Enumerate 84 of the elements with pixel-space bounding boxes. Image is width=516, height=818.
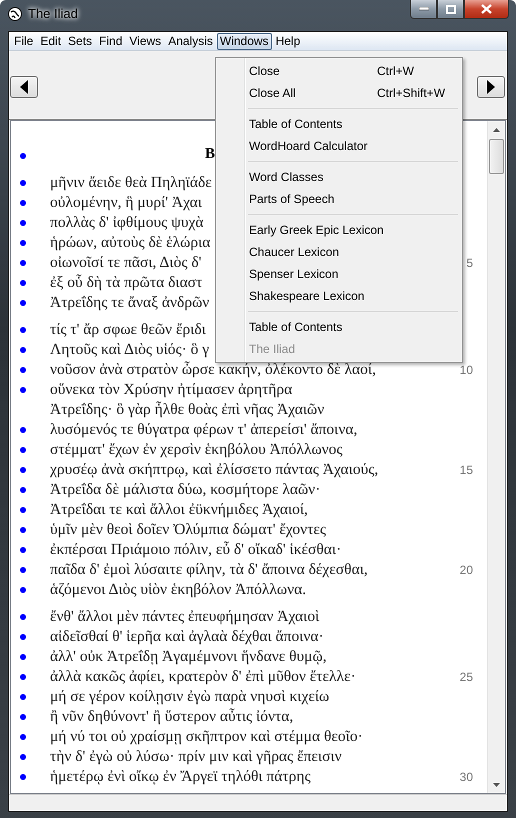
menu-entry-label: Early Greek Epic Lexicon	[249, 223, 385, 237]
verse-line: οὐλομένην, ἣ μυρί' Ἀχαι	[50, 194, 202, 212]
verse-line: ἁζόμενοι Διὸς υἱὸν ἑκηβόλον Ἀπόλλωνα.	[50, 581, 306, 599]
verse-line: Λητοῦς καὶ Διὸς υἱός· ὃ γ	[50, 341, 210, 359]
verse-line: Ἀτρεΐδης· ὃ γὰρ ἦλθε θοὰς ἐπὶ νῆας Ἀχαιῶν	[50, 401, 324, 419]
menu-entry[interactable]: Chaucer Lexicon	[218, 241, 460, 263]
menu-entry-label: Table of Contents	[249, 117, 344, 131]
menu-item[interactable]: Sets	[65, 32, 96, 50]
menu-entry-label: WordHoard Calculator	[249, 139, 368, 153]
globe-icon	[8, 7, 22, 21]
menu-entry[interactable]: Spenser Lexicon	[218, 263, 460, 285]
left-triangle-icon	[19, 80, 29, 94]
shortcut-label: Ctrl+Shift+W	[377, 86, 446, 100]
verse-line: χρυσέῳ ἀνὰ σκήπτρῳ, καὶ ἐλίσσετο πάντας Ἀχαιούς,	[50, 461, 378, 479]
close-icon	[481, 4, 492, 14]
verse-line: νοῦσον ἀνὰ στρατὸν ὦρσε κακήν, ὀλέκοντο δὲ λαοί,	[50, 361, 376, 379]
verse-line: ἐκπέρσαι Πριάμοιο πόλιν, εὖ δ' οἴκαδ' ἱκέσθαι·	[50, 541, 342, 559]
verse-line: μῆνιν ἄειδε θεὰ Πηληϊάδε	[50, 174, 212, 192]
shortcut-label: Ctrl+W	[377, 64, 415, 78]
line-number: 10	[458, 363, 473, 377]
menu-entry-label: Parts of Speech	[249, 192, 336, 206]
line-number: 15	[458, 463, 473, 477]
menu-entry[interactable]: Table of Contents	[218, 316, 460, 338]
menu-entry-label: Close All	[249, 86, 297, 100]
menu-entry[interactable]: Word Classes	[218, 166, 460, 188]
menu-entry[interactable]: WordHoard Calculator	[218, 135, 460, 157]
menu-item[interactable]: Find	[96, 32, 126, 50]
menu-entry-label: Chaucer Lexicon	[249, 245, 340, 259]
right-triangle-icon	[486, 80, 496, 94]
verse-line: ἀλλὰ κακῶς ἀφίει, κρατερὸν δ' ἐπὶ μῦθον ἔτελλε·	[50, 668, 356, 686]
scroll-thumb[interactable]	[489, 139, 504, 174]
verse-line: ἡμετέρῳ ἐνὶ οἴκῳ ἐν Ἄργεϊ τηλόθι πάτρης	[50, 768, 311, 786]
verse-line: Ἀτρεΐδης τε ἄναξ ἀνδρῶν	[50, 294, 210, 312]
menu-entry[interactable]: Close All Ctrl+Shift+W	[218, 82, 460, 104]
menu-entry[interactable]: Close Ctrl+W	[218, 60, 460, 82]
line-number: 25	[458, 670, 473, 684]
verse-line: μή νύ τοι οὐ χραίσμῃ σκῆπτρον καὶ στέμμα θεοῖο·	[50, 728, 363, 746]
line-number: 5	[465, 256, 473, 270]
verse-line: μή σε γέρον κοίλῃσιν ἐγὼ παρὰ νηυσὶ κιχείω	[50, 688, 330, 706]
verse-line: ἔνθ' ἄλλοι μὲν πάντες ἐπευφήμησαν Ἀχαιοὶ	[50, 608, 320, 626]
verse-line: στέμματ' ἔχων ἐν χερσὶν ἑκηβόλου Ἀπόλλωνος	[50, 441, 343, 459]
forward-button[interactable]	[477, 76, 505, 98]
verse-line: Ἀτρεΐδαι τε καὶ ἄλλοι ἐϋκνήμιδες Ἀχαιοί,	[50, 501, 308, 519]
window-title: The Iliad	[28, 6, 78, 21]
verse-line: ἡρώων, αὐτοὺς δὲ ἑλώρια	[50, 234, 210, 252]
menu-entry-label: Word Classes	[249, 170, 324, 184]
menu-entry[interactable]: Shakespeare Lexicon	[218, 285, 460, 307]
verse-line: αἰδεῖσθαί θ' ἱερῆα καὶ ἀγλαὰ δέχθαι ἄποινα·	[50, 628, 324, 646]
minimize-icon	[418, 7, 428, 11]
menu-entry-label: Table of Contents	[249, 320, 344, 334]
verse-line: τίς τ' ἄρ σφωε θεῶν ἔριδι	[50, 321, 206, 339]
back-button[interactable]	[10, 76, 38, 98]
minimize-button[interactable]	[410, 0, 437, 19]
menu-entry[interactable]: Parts of Speech	[218, 188, 460, 210]
close-button[interactable]	[464, 0, 509, 19]
menu-entry[interactable]: Early Greek Epic Lexicon	[218, 219, 460, 241]
menu-entry-label: Close	[249, 64, 281, 78]
verse-line: λυσόμενός τε θύγατρα φέρων τ' ἀπερείσι' ἄποινα,	[50, 421, 358, 439]
menu-item[interactable]: Help	[272, 32, 304, 50]
verse-line: τὴν δ' ἐγὼ οὐ λύσω· πρίν μιν καὶ γῆρας ἔπεισιν	[50, 748, 342, 766]
menu-entry[interactable]: Table of Contents	[218, 113, 460, 135]
verse-line: πολλὰς δ' ἰφθίμους ψυχὰ	[50, 214, 204, 232]
menu-item[interactable]: Edit	[37, 32, 64, 50]
maximize-icon	[446, 4, 456, 14]
verse-line: οἰωνοῖσί τε πᾶσι, Διὸς δ'	[50, 254, 202, 272]
verse-line: ἐξ οὗ δὴ τὰ πρῶτα διαστ	[50, 274, 202, 292]
verse-line: παῖδα δ' ἐμοὶ λύσαιτε φίλην, τὰ δ' ἄποινα δέχεσθαι,	[50, 561, 368, 579]
line-number: 30	[458, 770, 473, 784]
menu-entry-label: Shakespeare Lexicon	[249, 289, 366, 303]
verse-line: ἢ νῦν δηθύνοντ' ἢ ὕστερον αὖτις ἰόντα,	[50, 708, 294, 726]
menu-entry-label: Spenser Lexicon	[249, 267, 340, 281]
verse-line: ἀλλ' οὐκ Ἀτρεΐδῃ Ἀγαμέμνονι ἥνδανε θυμῷ,	[50, 648, 327, 666]
verse-line: ὑμῖν μὲν θεοὶ δοῖεν Ὀλύμπια δώματ' ἔχοντες	[50, 521, 326, 539]
menu-entry-label: The Iliad	[249, 342, 296, 356]
menu-item[interactable]: Views	[126, 32, 164, 50]
menu-item[interactable]: File	[11, 32, 36, 50]
verse-line: οὕνεκα τὸν Χρύσην ἠτίμασεν ἀρητῆρα	[50, 381, 292, 399]
verse-line: Ἀτρεΐδα δὲ μάλιστα δύω, κοσμήτορε λαῶν·	[50, 481, 320, 499]
maximize-button[interactable]	[437, 0, 464, 19]
line-number: 20	[458, 563, 473, 577]
scrollbar[interactable]	[487, 121, 505, 793]
menu-item[interactable]: Windows	[216, 32, 272, 50]
book-heading: B	[205, 146, 216, 162]
menu-item[interactable]: Analysis	[165, 32, 216, 50]
